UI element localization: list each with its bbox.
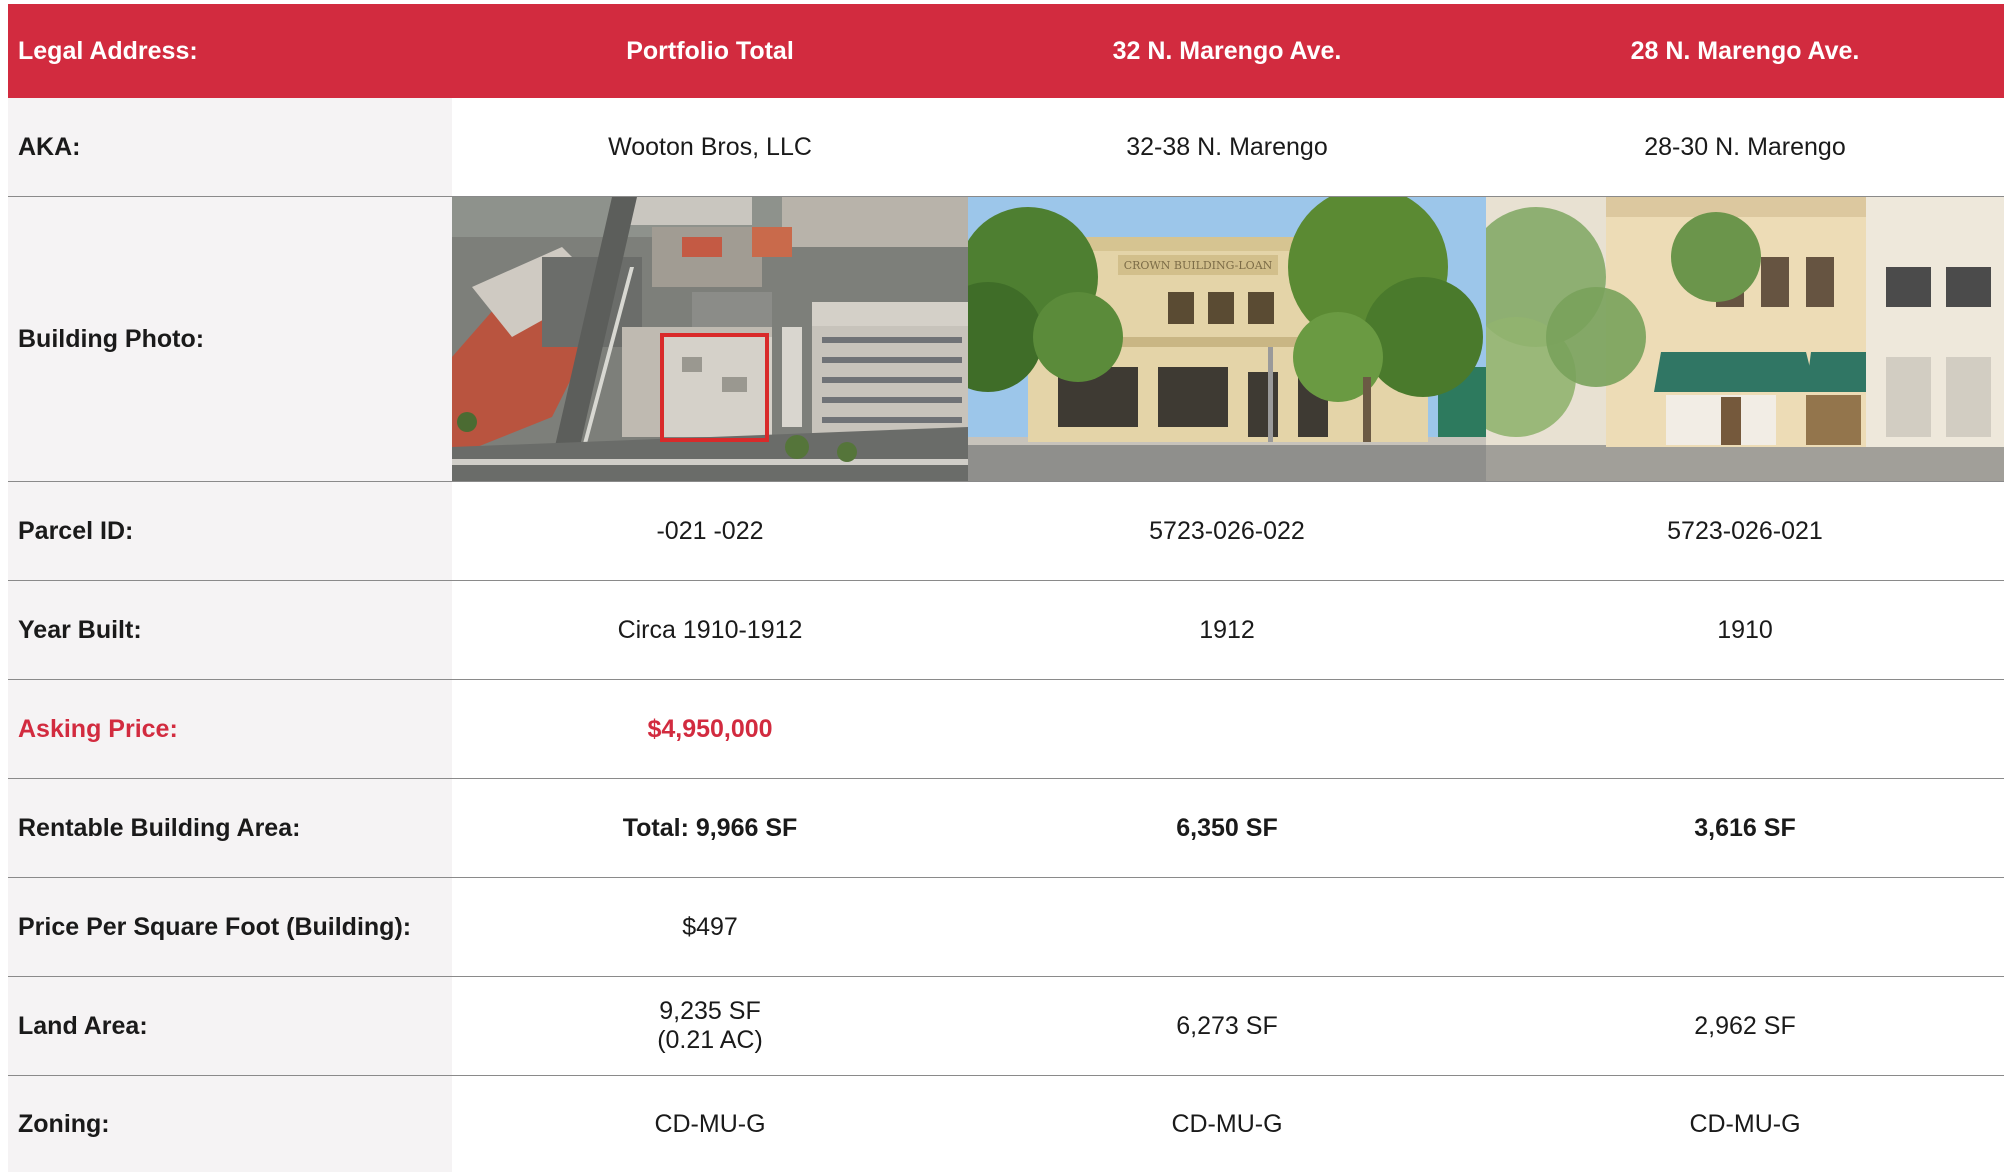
- row-year-built: Year Built: Circa 1910-1912 1912 1910: [8, 580, 2004, 680]
- row-price-per-sf: Price Per Square Foot (Building): $497: [8, 877, 2004, 977]
- row-asking-price: Asking Price: $4,950,000: [8, 679, 2004, 779]
- land-32: 6,273 SF: [968, 976, 1486, 1076]
- property-table: Legal Address: Portfolio Total 32 N. Mar…: [8, 4, 2004, 1172]
- zoning-portfolio: CD-MU-G: [654, 1109, 766, 1138]
- property-comparison-sheet: Legal Address: Portfolio Total 32 N. Mar…: [8, 4, 2004, 1172]
- row-zoning: Zoning: CD-MU-G CD-MU-G CD-MU-G: [8, 1075, 2004, 1172]
- land-area-label: Land Area:: [8, 976, 452, 1076]
- parcel-id-label: Parcel ID:: [8, 481, 452, 581]
- aerial-photo: [452, 196, 968, 482]
- aka-portfolio: Wooton Bros, LLC: [452, 98, 968, 197]
- storefront-28-photo-image: [1486, 197, 2004, 481]
- price-32: [968, 679, 1486, 779]
- ppsf-32: [968, 877, 1486, 977]
- header-28-marengo: 28 N. Marengo Ave.: [1486, 4, 2004, 98]
- parcel-32: 5723-026-022: [968, 481, 1486, 581]
- row-parcel-id: Parcel ID: -021 -022 5723-026-022 5723-0…: [8, 481, 2004, 581]
- area-portfolio: Total: 9,966 SF: [452, 778, 968, 878]
- header-portfolio-total: Portfolio Total: [452, 4, 968, 98]
- building-photo-label: Building Photo:: [8, 196, 452, 482]
- header-row: Legal Address: Portfolio Total 32 N. Mar…: [8, 4, 2004, 98]
- aka-28: 28-30 N. Marengo: [1486, 98, 2004, 197]
- row-aka: AKA: Wooton Bros, LLC 32-38 N. Marengo 2…: [8, 98, 2004, 197]
- area-32: 6,350 SF: [968, 778, 1486, 878]
- price-per-sf-label: Price Per Square Foot (Building):: [8, 877, 452, 977]
- row-land-area: Land Area: 9,235 SF (0.21 AC) 6,273 SF 2…: [8, 976, 2004, 1076]
- land-28: 2,962 SF: [1486, 976, 2004, 1076]
- aka-label: AKA:: [8, 98, 452, 197]
- row-building-photo: Building Photo: CROWN BUILDING-LOAN: [8, 196, 2004, 482]
- year-28: 1910: [1486, 580, 2004, 680]
- year-built-label: Year Built:: [8, 580, 452, 680]
- crown-building-sign: CROWN BUILDING-LOAN: [1124, 259, 1273, 272]
- asking-price-label: Asking Price:: [8, 679, 452, 779]
- aka-32: 32-38 N. Marengo: [968, 98, 1486, 197]
- zoning-label: Zoning:: [8, 1075, 452, 1172]
- ppsf-28: [1486, 877, 2004, 977]
- ppsf-portfolio: $497: [452, 877, 968, 977]
- header-32-marengo: 32 N. Marengo Ave.: [968, 4, 1486, 98]
- year-portfolio: Circa 1910-1912: [452, 580, 968, 680]
- land-portfolio-ac: (0.21 AC): [657, 1026, 763, 1054]
- land-portfolio-sf: 9,235 SF: [659, 997, 761, 1025]
- storefront-28-photo: [1486, 196, 2004, 482]
- rentable-area-label: Rentable Building Area:: [8, 778, 452, 878]
- zoning-32: CD-MU-G: [1171, 1109, 1283, 1138]
- price-portfolio: $4,950,000: [452, 679, 968, 779]
- storefront-32-photo-image: CROWN BUILDING-LOAN: [968, 197, 1486, 481]
- land-portfolio: 9,235 SF (0.21 AC): [452, 976, 968, 1076]
- zoning-28: CD-MU-G: [1689, 1109, 1801, 1138]
- area-28: 3,616 SF: [1486, 778, 2004, 878]
- year-32: 1912: [968, 580, 1486, 680]
- aerial-photo-image: [452, 197, 968, 481]
- parcel-portfolio: -021 -022: [452, 481, 968, 581]
- row-rentable-area: Rentable Building Area: Total: 9,966 SF …: [8, 778, 2004, 878]
- price-28: [1486, 679, 2004, 779]
- parcel-28: 5723-026-021: [1486, 481, 2004, 581]
- legal-address-label: Legal Address:: [8, 4, 452, 98]
- storefront-32-photo: CROWN BUILDING-LOAN: [968, 196, 1486, 482]
